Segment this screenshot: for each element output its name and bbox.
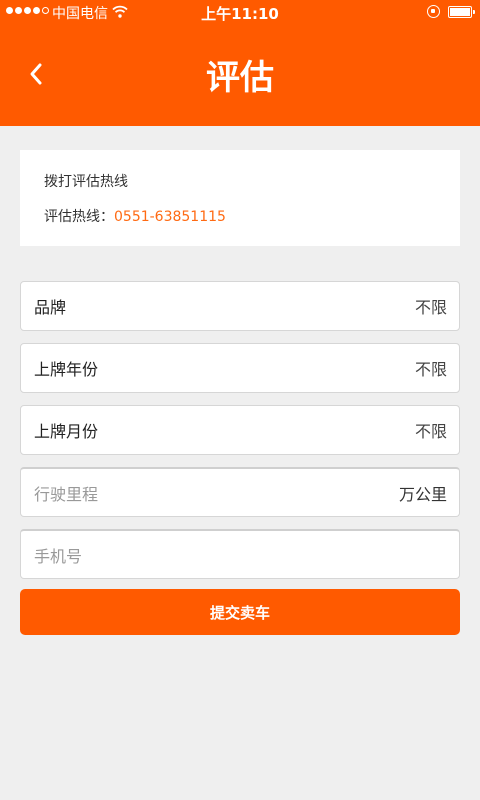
mileage-placeholder: 行驶里程 — [34, 484, 99, 504]
registration-year-value: 不限 — [414, 360, 447, 379]
brand-value: 不限 — [414, 298, 447, 317]
phone-input[interactable]: 手机号 — [20, 529, 460, 579]
page-title: 评估 — [206, 58, 274, 98]
submit-sell-car-button[interactable]: 提交卖车 — [20, 589, 460, 635]
status-time: 上午11:10 — [201, 5, 279, 23]
brand-selector[interactable]: 品牌 不限 — [20, 281, 460, 331]
battery-icon — [448, 6, 475, 18]
hotline-row: 评估热线：0551-63851115 — [44, 206, 226, 226]
rotation-lock-icon — [427, 5, 440, 18]
hotline-card: 拨打评估热线 评估热线：0551-63851115 — [20, 150, 460, 246]
registration-year-selector[interactable]: 上牌年份 不限 — [20, 343, 460, 393]
hotline-heading: 拨打评估热线 — [44, 174, 128, 190]
brand-label: 品牌 — [34, 298, 67, 317]
status-bar: 中国电信 上午11:10 — [0, 0, 480, 24]
hotline-label: 评估热线： — [44, 209, 114, 225]
registration-month-selector[interactable]: 上牌月份 不限 — [20, 405, 460, 455]
phone-placeholder: 手机号 — [34, 546, 83, 566]
registration-month-label: 上牌月份 — [34, 422, 99, 441]
registration-month-value: 不限 — [414, 422, 447, 441]
app-header: 中国电信 上午11:10 评估 — [0, 0, 480, 126]
hotline-number-link[interactable]: 0551-63851115 — [114, 209, 226, 225]
mileage-unit: 万公里 — [398, 484, 447, 504]
mileage-input[interactable]: 行驶里程 万公里 — [20, 467, 460, 517]
registration-year-label: 上牌年份 — [34, 360, 99, 379]
